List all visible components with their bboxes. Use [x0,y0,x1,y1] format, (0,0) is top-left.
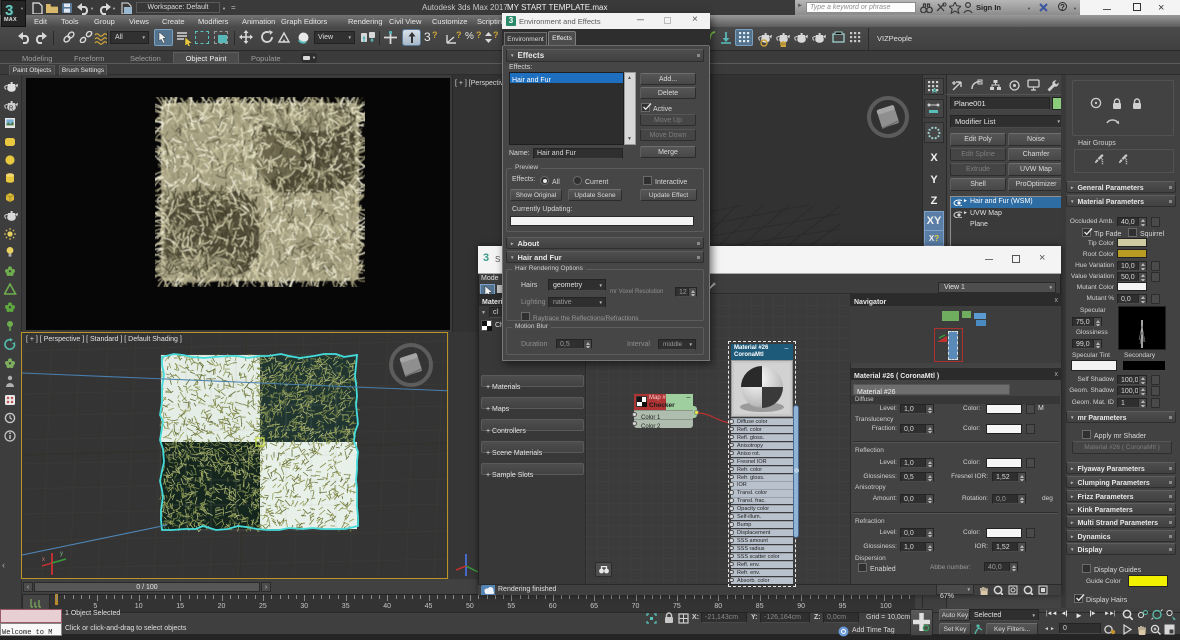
svg-text:y: y [60,551,63,557]
svg-text:A: A [932,88,937,93]
svg-text:R: R [9,106,14,112]
svg-text:x: x [42,557,45,563]
